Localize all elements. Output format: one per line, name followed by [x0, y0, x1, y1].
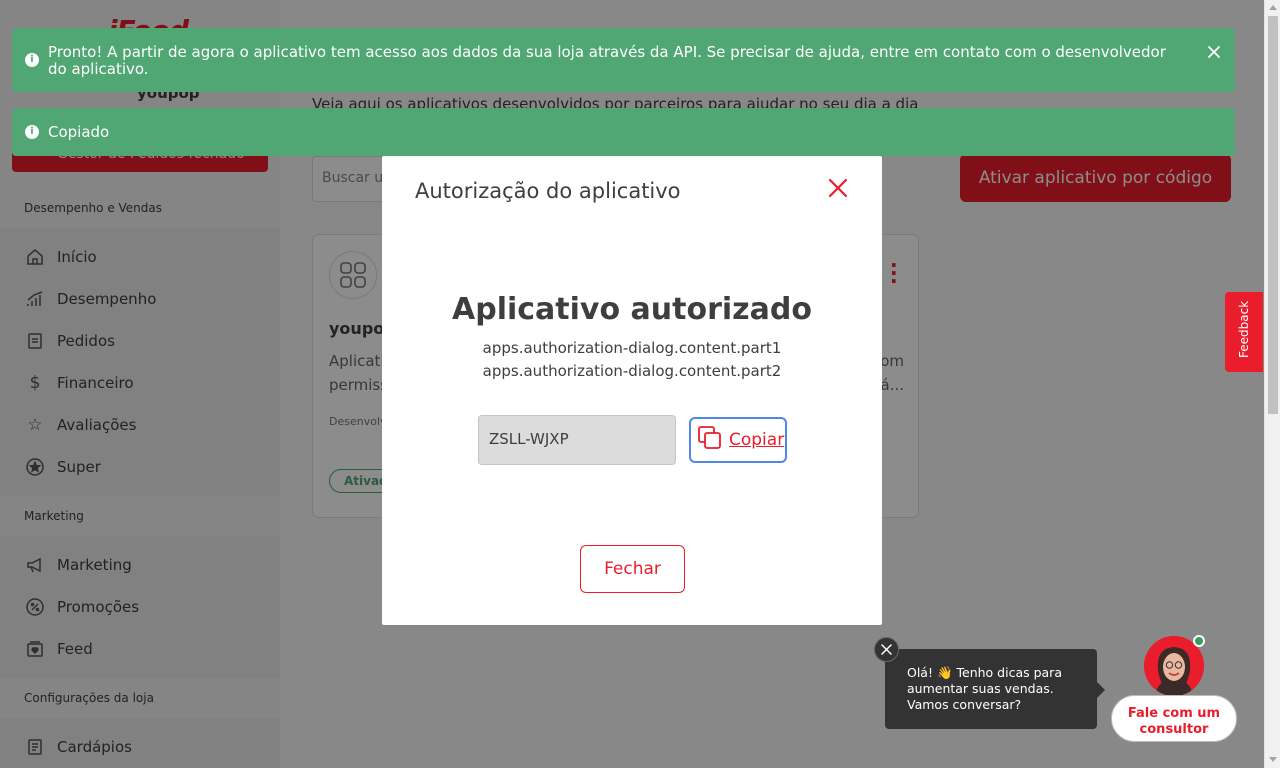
page-scrollbar[interactable]: [1264, 0, 1280, 768]
dialog-content-line1: apps.authorization-dialog.content.part1: [482, 339, 782, 357]
chat-text-line: aumentar suas vendas.: [907, 681, 1054, 696]
feedback-tab[interactable]: Feedback: [1225, 292, 1263, 372]
chat-text-line: Olá! 👋 Tenho dicas para: [907, 665, 1062, 680]
info-icon: i: [25, 53, 39, 67]
copy-button-label: Copiar: [729, 430, 785, 450]
consultant-button-line2: consultor: [1139, 722, 1209, 737]
success-toast: i Pronto! A partir de agora o aplicativo…: [12, 28, 1235, 92]
authorization-dialog: Autorização do aplicativo Aplicativo aut…: [382, 156, 882, 625]
copy-icon: [697, 425, 723, 455]
online-status-dot: [1193, 635, 1205, 647]
scrollbar-thumb[interactable]: [1268, 16, 1278, 414]
scroll-down-icon[interactable]: [1269, 757, 1277, 762]
copied-toast: i Copiado: [12, 108, 1235, 156]
feedback-label: Feedback: [1237, 300, 1251, 358]
talk-to-consultant-button[interactable]: Fale com um consultor: [1111, 695, 1237, 742]
close-icon[interactable]: [874, 637, 899, 662]
close-icon[interactable]: [1207, 45, 1221, 59]
close-icon[interactable]: [826, 176, 850, 200]
close-dialog-button[interactable]: Fechar: [580, 545, 685, 593]
scroll-up-icon[interactable]: [1269, 5, 1277, 10]
info-icon: i: [25, 125, 39, 139]
consultant-button-line1: Fale com um: [1127, 706, 1221, 721]
toast-message: Pronto! A partir de agora o aplicativo t…: [48, 43, 1166, 78]
authorization-code-field[interactable]: ZSLL-WJXP: [478, 415, 676, 465]
chat-text-line: Vamos conversar?: [907, 697, 1022, 712]
copy-button[interactable]: Copiar: [689, 417, 787, 463]
dialog-heading: Aplicativo autorizado: [452, 292, 812, 327]
dialog-content-line2: apps.authorization-dialog.content.part2: [482, 362, 782, 380]
dialog-title: Autorização do aplicativo: [415, 179, 681, 203]
chat-invite-bubble[interactable]: Olá! 👋 Tenho dicas para aumentar suas ve…: [885, 649, 1105, 729]
toast-message: Copiado: [48, 123, 110, 141]
